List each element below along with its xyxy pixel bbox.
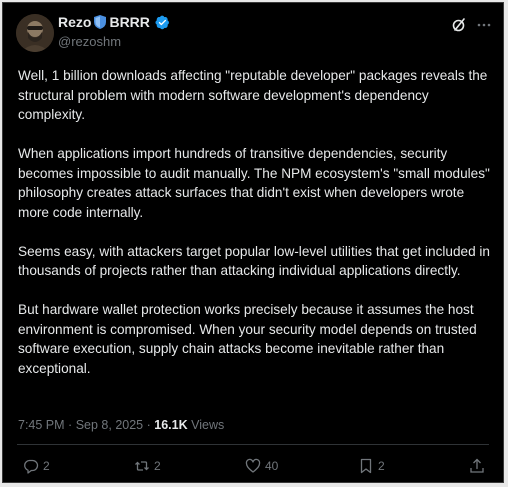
divider xyxy=(17,444,489,445)
tweet-paragraph: Well, 1 billion downloads affecting "rep… xyxy=(18,68,488,122)
tweet-paragraph: Seems easy, with attackers target popula… xyxy=(18,243,490,279)
share-button[interactable] xyxy=(469,458,485,474)
author-display-name[interactable]: Rezo xyxy=(58,14,91,30)
views-label: Views xyxy=(191,418,225,432)
meta-separator: · xyxy=(146,418,151,432)
like-icon xyxy=(245,458,261,474)
verified-icon xyxy=(155,15,170,30)
grok-icon[interactable] xyxy=(451,17,467,33)
shield-icon xyxy=(94,15,107,29)
meta-separator: · xyxy=(68,418,73,432)
avatar-image xyxy=(16,14,54,52)
repost-button[interactable]: 2 xyxy=(134,458,161,474)
tweet-paragraph: When applications import hundreds of tra… xyxy=(18,146,490,220)
tweet-meta: 7:45 PM · Sep 8, 2025 · 16.1K Views xyxy=(18,418,224,432)
more-icon[interactable] xyxy=(476,17,492,33)
reply-count: 2 xyxy=(43,459,50,473)
like-count: 40 xyxy=(265,459,279,473)
bookmark-icon xyxy=(358,458,374,474)
bookmark-count: 2 xyxy=(378,459,385,473)
avatar[interactable] xyxy=(16,14,54,52)
tweet-text: Well, 1 billion downloads affecting "rep… xyxy=(18,66,493,398)
bookmark-button[interactable]: 2 xyxy=(358,458,385,474)
tweet-header: Rezo BRRR @rezoshm xyxy=(3,3,503,63)
author-handle[interactable]: @rezoshm xyxy=(58,34,121,49)
repost-icon xyxy=(134,458,150,474)
tweet-paragraph: But hardware wallet protection works pre… xyxy=(18,302,477,376)
share-icon xyxy=(469,458,485,474)
action-bar: 2 2 40 2 xyxy=(3,453,503,479)
author-name-row[interactable]: Rezo BRRR xyxy=(58,14,170,30)
reply-button[interactable]: 2 xyxy=(23,458,50,474)
tweet-card: Rezo BRRR @rezoshm Well, 1 billion downl… xyxy=(2,2,504,483)
post-date[interactable]: Sep 8, 2025 xyxy=(76,418,143,432)
like-button[interactable]: 40 xyxy=(245,458,278,474)
post-time[interactable]: 7:45 PM xyxy=(18,418,65,432)
reply-icon xyxy=(23,458,39,474)
repost-count: 2 xyxy=(154,459,161,473)
author-display-name-suffix[interactable]: BRRR xyxy=(109,14,149,30)
views-count: 16.1K xyxy=(154,418,188,432)
